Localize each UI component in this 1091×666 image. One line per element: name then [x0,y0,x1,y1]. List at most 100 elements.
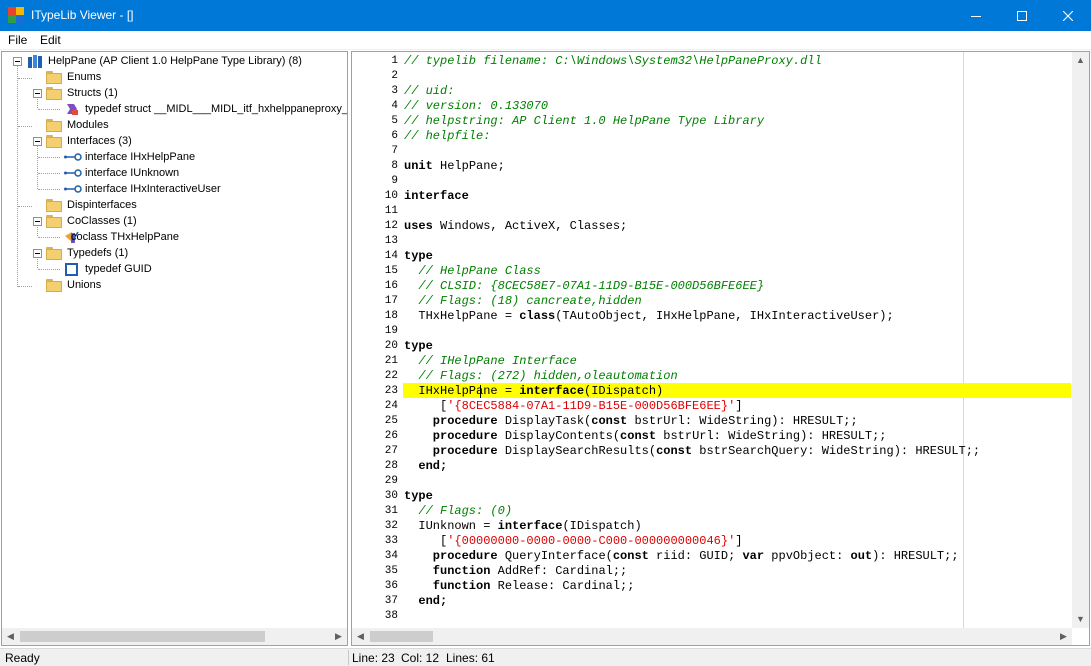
code-line-36[interactable]: 36 function Release: Cardinal;; [352,579,1072,594]
code-line-35[interactable]: 35 function AddRef: Cardinal;; [352,564,1072,579]
code-line-37[interactable]: 37 end; [352,594,1072,609]
maximize-button[interactable] [999,0,1045,31]
scroll-right-icon[interactable]: ▶ [330,628,347,645]
scroll-left-icon[interactable]: ◀ [352,628,369,645]
code-line-2[interactable]: 2 [352,69,1072,84]
maximize-icon [1017,10,1027,21]
line-number: 11 [384,205,398,217]
tree-label-root: HelpPane (AP Client 1.0 HelpPane Type Li… [48,55,302,67]
code-line-9[interactable]: 9 [352,174,1072,189]
code-line-18[interactable]: 18 THxHelpPane = class(TAutoObject, IHxH… [352,309,1072,324]
code-line-3[interactable]: 3// uid: [352,84,1072,99]
code-line-14[interactable]: 14 type [352,249,1072,264]
code-line-23[interactable]: 23 IHxHelpPane = interface(IDispatch) [352,384,1072,399]
code-line-26[interactable]: 26 procedure DisplayContents(const bstrU… [352,429,1072,444]
line-number: 28 [384,460,398,472]
tree-node-interface-2[interactable]: interface IUnknown [2,165,347,181]
collapse-icon[interactable] [33,137,42,146]
type-library-tree[interactable]: HelpPane (AP Client 1.0 HelpPane Type Li… [1,51,348,646]
tree-node-struct-item[interactable]: typedef struct __MIDL___MIDL_itf_hxhelpp… [2,101,347,117]
tree-label-dispinterfaces: Dispinterfaces [67,199,137,211]
code-line-8[interactable]: 8 unit HelpPane; [352,159,1072,174]
code-line-20[interactable]: 20 type [352,339,1072,354]
code-line-4[interactable]: 4// version: 0.133070 [352,99,1072,114]
code-line-16[interactable]: 16 // CLSID: {8CEC58E7-07A1-11D9-B15E-00… [352,279,1072,294]
tree-node-unions[interactable]: Unions [2,277,347,293]
code-line-1[interactable]: 1// typelib filename: C:\Windows\System3… [352,54,1072,69]
code-line-28[interactable]: 28 end; [352,459,1072,474]
tree-node-typedef-item[interactable]: typedef GUID [2,261,347,277]
code-line-10[interactable]: 10 interface [352,189,1072,204]
tree-node-root[interactable]: HelpPane (AP Client 1.0 HelpPane Type Li… [2,53,347,69]
code-line-33[interactable]: 33 ['{00000000-0000-0000-C000-0000000000… [352,534,1072,549]
tree-node-structs[interactable]: Structs (1) [2,85,347,101]
collapse-icon[interactable] [33,217,42,226]
tree-label-interface-3: interface IHxInteractiveUser [85,183,221,195]
tree-node-dispinterfaces[interactable]: Dispinterfaces [2,197,347,213]
library-icon [28,55,42,68]
code-line-30[interactable]: 30 type [352,489,1072,504]
tree-horizontal-scrollbar[interactable]: ◀ ▶ [2,628,347,645]
collapse-icon[interactable] [33,249,42,258]
code-horizontal-scrollbar[interactable]: ◀ ▶ [352,628,1072,645]
code-line-21[interactable]: 21 // IHelpPane Interface [352,354,1072,369]
code-line-25[interactable]: 25 procedure DisplayTask(const bstrUrl: … [352,414,1072,429]
interface-icon [64,185,82,193]
line-number: 32 [384,520,398,532]
code-line-19[interactable]: 19 [352,324,1072,339]
code-line-15[interactable]: 15 // HelpPane Class [352,264,1072,279]
scroll-down-icon[interactable]: ▼ [1072,611,1089,628]
code-line-29[interactable]: 29 [352,474,1072,489]
line-number: 36 [384,580,398,592]
code-line-12[interactable]: 12 uses Windows, ActiveX, Classes; [352,219,1072,234]
tree-node-interface-3[interactable]: interface IHxInteractiveUser [2,181,347,197]
line-number: 29 [384,475,398,487]
code-line-11[interactable]: 11 [352,204,1072,219]
scrollbar-thumb[interactable] [370,631,433,642]
code-line-32[interactable]: 32 IUnknown = interface(IDispatch) [352,519,1072,534]
status-lines: Lines: 61 [446,651,495,665]
code-line-5[interactable]: 5// helpstring: AP Client 1.0 HelpPane T… [352,114,1072,129]
scroll-left-icon[interactable]: ◀ [2,628,19,645]
folder-open-icon [46,135,62,148]
tree-node-coclasses[interactable]: CoClasses (1) [2,213,347,229]
code-editor[interactable]: 1// typelib filename: C:\Windows\System3… [351,51,1090,646]
tree-node-interfaces[interactable]: Interfaces (3) [2,133,347,149]
close-button[interactable] [1045,0,1091,31]
scroll-right-icon[interactable]: ▶ [1055,628,1072,645]
tree-node-enums[interactable]: Enums [2,69,347,85]
scrollbar-thumb[interactable] [20,631,265,642]
code-line-27[interactable]: 27 procedure DisplaySearchResults(const … [352,444,1072,459]
line-number: 4 [391,100,398,112]
folder-icon [46,199,62,212]
scroll-up-icon[interactable]: ▲ [1072,52,1089,69]
line-number: 12 [384,220,398,232]
collapse-icon[interactable] [33,89,42,98]
tree-label-interface-1: interface IHxHelpPane [85,151,196,163]
status-separator [348,650,349,665]
menu-edit[interactable]: Edit [40,33,61,47]
minimize-button[interactable] [953,0,999,31]
code-line-34[interactable]: 34 procedure QueryInterface(const riid: … [352,549,1072,564]
menu-file[interactable]: File [8,33,27,47]
collapse-icon[interactable] [13,57,22,66]
line-number: 3 [391,85,398,97]
code-vertical-scrollbar[interactable]: ▲ ▼ [1072,52,1089,628]
code-line-13[interactable]: 13 [352,234,1072,249]
line-number: 23 [384,385,398,397]
tree-node-interface-1[interactable]: interface IHxHelpPane [2,149,347,165]
code-line-24[interactable]: 24 ['{8CEC5884-07A1-11D9-B15E-000D56BFE6… [352,399,1072,414]
line-number: 22 [384,370,398,382]
code-line-6[interactable]: 6// helpfile: [352,129,1072,144]
code-line-22[interactable]: 22 // Flags: (272) hidden,oleautomation [352,369,1072,384]
code-line-38[interactable]: 38 [352,609,1072,624]
tree-node-coclass-item[interactable]: coclass THxHelpPane [2,229,347,245]
code-line-17[interactable]: 17 // Flags: (18) cancreate,hidden [352,294,1072,309]
code-line-31[interactable]: 31 // Flags: (0) [352,504,1072,519]
title-bar[interactable]: ITypeLib Viewer - [] [0,0,1091,31]
line-number: 13 [384,235,398,247]
text-caret [480,385,481,398]
tree-node-typedefs[interactable]: Typedefs (1) [2,245,347,261]
tree-node-modules[interactable]: Modules [2,117,347,133]
code-line-7[interactable]: 7 [352,144,1072,159]
